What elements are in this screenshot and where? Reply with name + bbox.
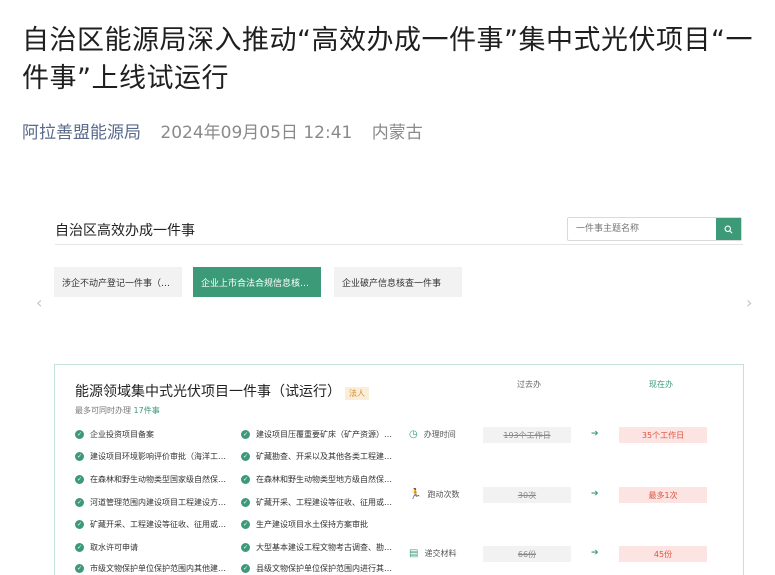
list-item[interactable]: ✓ 市级文物保护单位保护范围内其他建… [75,563,235,574]
list-item[interactable]: ✓ 矿藏开采、工程建设等征收、征用或… [241,497,401,508]
arrow-right-icon: ➔ [591,548,599,558]
metric-label-text: 跑动次数 [427,490,460,499]
list-item-label: 河道管理范围内建设项目工程建设方… [90,498,226,507]
list-item-label: 企业投资项目备案 [90,430,154,439]
check-icon: ✓ [241,564,250,573]
list-item-label: 县级文物保护单位保护范围内进行其… [256,564,392,573]
list-item-label: 在森林和野生动物类型地方级自然保… [256,475,392,484]
tab-real-estate[interactable]: 涉企不动产登记一件事（… [54,267,182,297]
list-item-label: 生产建设项目水土保持方案审批 [256,520,368,529]
check-icon: ✓ [75,498,84,507]
check-icon: ✓ [75,564,84,573]
arrow-right-icon: ➔ [591,489,599,499]
check-icon: ✓ [241,452,250,461]
list-item-label: 矿藏开采、工程建设等征收、征用或… [90,520,226,529]
list-item[interactable]: ✓ 大型基本建设工程文物考古调查、勘… [241,542,401,553]
list-item-label: 矿藏开采、工程建设等征收、征用或… [256,498,392,507]
tab-listing-compliance[interactable]: 企业上市合法合规信息核… [193,267,321,297]
metric-now-trips: 最多1次 [619,487,707,503]
list-item-label: 大型基本建设工程文物考古调查、勘… [256,543,392,552]
list-item[interactable]: ✓ 生产建设项目水土保持方案审批 [241,519,401,530]
metric-past-trips: 30次 [483,487,571,503]
metric-now-time: 35个工作日 [619,427,707,443]
list-item-label: 建设项目压覆重要矿床（矿产资源）… [256,430,392,439]
list-item-label: 市级文物保护单位保护范围内其他建… [90,564,226,573]
metric-past-time: 193个工作日 [483,427,571,443]
card-title: 能源领域集中式光伏项目一件事（试运行） [75,384,341,400]
service-card: 能源领域集中式光伏项目一件事（试运行） 法人 最多可同时办理 17件事 过去办 … [54,364,744,575]
status-badge: 法人 [345,387,369,400]
article-date: 2024年09月05日 12:41 [160,123,353,143]
metric-label-trips: 🏃 跑动次数 [409,489,459,500]
article-title: 自治区能源局深入推动“高效办成一件事”集中式光伏项目“一件事”上线试运行 [22,25,753,94]
carousel-next-arrow-icon[interactable]: › [746,293,752,312]
portal-screenshot: 自治区高效办成一件事 ‹ › 涉企不动产登记一件事（… 企业上市合法合规信息核…… [36,200,775,575]
clock-icon: ◷ [409,429,418,440]
check-icon: ✓ [241,543,250,552]
metric-past-materials: 66份 [483,546,571,562]
article-meta: 阿拉善盟能源局 2024年09月05日 12:41 内蒙古 [22,118,423,143]
check-icon: ✓ [75,475,84,484]
list-item[interactable]: ✓ 河道管理范围内建设项目工程建设方… [75,497,235,508]
search-button[interactable] [716,218,741,240]
list-item[interactable]: ✓ 矿藏开采、工程建设等征收、征用或… [75,519,235,530]
card-sub-count: 17件事 [133,406,160,415]
metric-now-materials: 45份 [619,546,707,562]
tab-bankruptcy[interactable]: 企业破产信息核查一件事 [334,267,462,297]
running-icon: 🏃 [409,489,422,500]
check-icon: ✓ [241,520,250,529]
list-item[interactable]: ✓ 县级文物保护单位保护范围内进行其… [241,563,401,574]
column-header-now: 现在办 [649,380,673,389]
check-icon: ✓ [241,430,250,439]
search-input[interactable] [568,218,716,240]
list-item[interactable]: ✓ 建设项目压覆重要矿床（矿产资源）… [241,429,401,440]
check-icon: ✓ [75,520,84,529]
check-icon: ✓ [241,475,250,484]
search-box [567,217,742,241]
metric-label-materials: ▤ 递交材料 [409,548,456,559]
check-icon: ✓ [241,498,250,507]
metric-label-time: ◷ 办理时间 [409,429,456,440]
list-item[interactable]: ✓ 在森林和野生动物类型国家级自然保… [75,474,235,485]
column-header-past: 过去办 [517,380,541,389]
article-source[interactable]: 阿拉善盟能源局 [22,123,141,143]
metric-label-text: 办理时间 [423,430,456,439]
article-region: 内蒙古 [371,123,423,143]
metric-label-text: 递交材料 [424,549,457,558]
list-item[interactable]: ✓ 在森林和野生动物类型地方级自然保… [241,474,401,485]
portal-title: 自治区高效办成一件事 [55,223,195,239]
divider [55,244,743,245]
search-icon [724,225,733,233]
carousel-prev-arrow-icon[interactable]: ‹ [36,293,42,312]
list-item-label: 建设项目环境影响评价审批（海洋工… [90,452,226,461]
list-item[interactable]: ✓ 建设项目环境影响评价审批（海洋工… [75,451,235,462]
list-item[interactable]: ✓ 企业投资项目备案 [75,429,235,440]
list-item[interactable]: ✓ 矿藏勘查、开采以及其他各类工程建… [241,451,401,462]
check-icon: ✓ [75,543,84,552]
document-icon: ▤ [409,548,419,559]
check-icon: ✓ [75,452,84,461]
list-item-label: 取水许可申请 [90,543,138,552]
card-sub-prefix: 最多可同时办理 [75,406,131,415]
check-icon: ✓ [75,430,84,439]
arrow-right-icon: ➔ [591,429,599,439]
card-subtitle: 最多可同时办理 17件事 [75,405,160,416]
list-item-label: 在森林和野生动物类型国家级自然保… [90,475,226,484]
list-item-label: 矿藏勘查、开采以及其他各类工程建… [256,452,392,461]
list-item[interactable]: ✓ 取水许可申请 [75,542,235,553]
